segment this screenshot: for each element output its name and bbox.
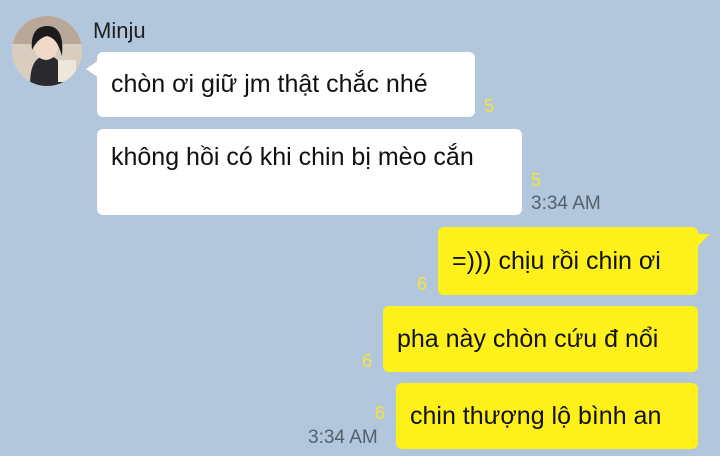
unread-count: 6 xyxy=(362,351,373,371)
bubble-tail xyxy=(696,234,710,248)
unread-count: 6 xyxy=(375,403,386,423)
message-text: pha này chòn cứu đ nổi xyxy=(397,325,659,353)
message-text: chin thượng lộ bình an xyxy=(410,402,662,430)
unread-count: 6 xyxy=(417,274,428,294)
incoming-message[interactable]: không hồi có khi chin bị mèo cắn xyxy=(97,129,522,215)
incoming-message[interactable]: chòn ơi giữ jm thật chắc nhé xyxy=(97,52,475,117)
outgoing-message[interactable]: pha này chòn cứu đ nổi xyxy=(383,306,698,372)
message-timestamp: 3:34 AM xyxy=(308,427,378,448)
outgoing-message[interactable]: =))) chịu rồi chin ơi xyxy=(438,227,698,295)
sender-name: Minju xyxy=(93,18,146,43)
avatar[interactable] xyxy=(12,16,82,86)
message-timestamp: 3:34 AM xyxy=(531,193,601,214)
message-text: chòn ơi giữ jm thật chắc nhé xyxy=(111,70,428,98)
unread-count: 5 xyxy=(484,96,495,116)
outgoing-message[interactable]: chin thượng lộ bình an xyxy=(396,383,698,449)
unread-count: 5 xyxy=(531,170,542,190)
message-text: =))) chịu rồi chin ơi xyxy=(452,247,661,275)
message-text: không hồi có khi chin bị mèo cắn xyxy=(111,143,474,171)
